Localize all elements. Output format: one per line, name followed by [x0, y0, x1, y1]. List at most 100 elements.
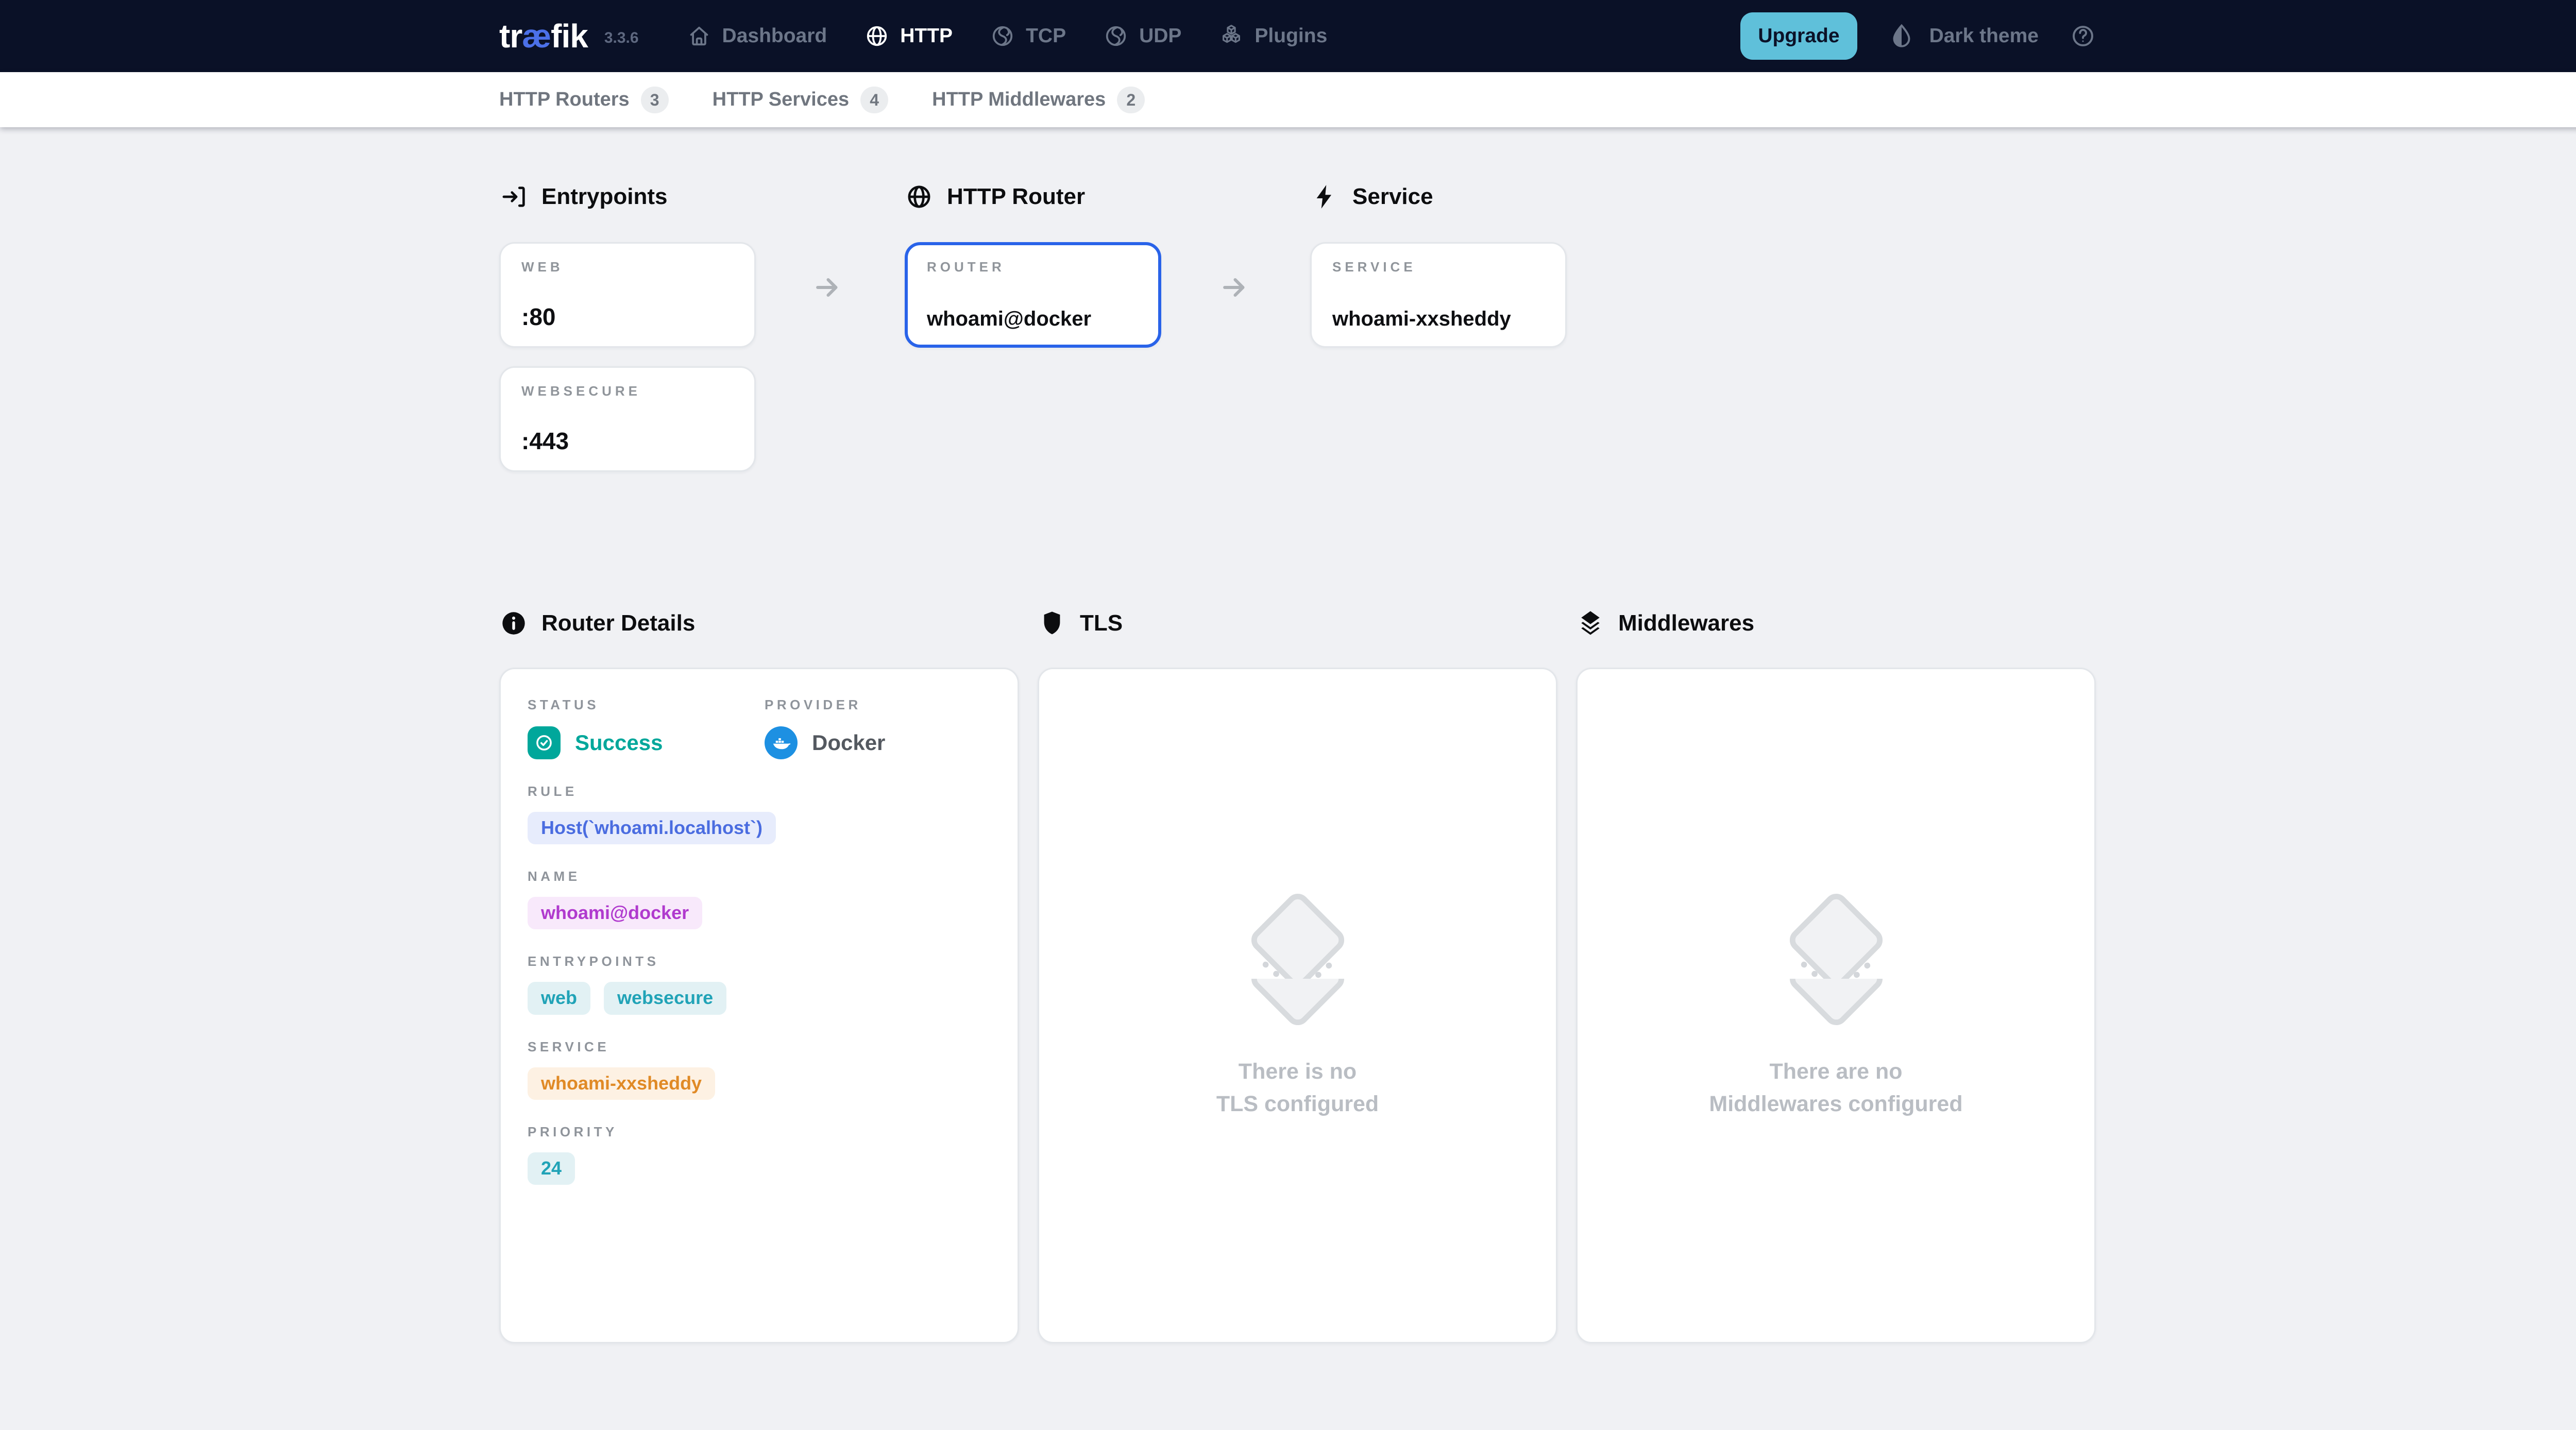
nav-label-tcp: TCP [1026, 25, 1066, 47]
nav-item-tcp[interactable]: TCP [990, 23, 1066, 49]
status-success-icon [528, 726, 561, 759]
logo-pre: tr [499, 18, 522, 55]
middlewares-card: There are no Middlewares configured [1576, 668, 2096, 1343]
http-router-title: HTTP Router [947, 184, 1085, 210]
entrypoints-group: ENTRYPOINTS web websecure [528, 954, 991, 1014]
tab-label: HTTP Routers [499, 89, 630, 111]
entrypoints-column: WEB :80 WEBSECURE :443 [499, 242, 756, 472]
details-section: Router Details TLS Middlewares STATUS [499, 605, 2096, 1343]
login-arrow-icon [499, 182, 528, 211]
main-content: Entrypoints HTTP Router Service WEB :80 [499, 127, 2096, 1343]
arrow-right-icon [1219, 273, 1249, 302]
provider-group: PROVIDER Docker [765, 697, 991, 759]
service-label: SERVICE [528, 1039, 991, 1055]
help-icon [2070, 23, 2096, 49]
tls-card: There is no TLS configured [1038, 668, 1557, 1343]
stream-circle-icon [1103, 23, 1129, 49]
tab-label: HTTP Services [713, 89, 849, 111]
priority-group: PRIORITY 24 [528, 1124, 991, 1185]
theme-toggle[interactable]: Dark theme [1888, 23, 2039, 49]
logo-ae: æ [522, 18, 551, 55]
middlewares-empty-line1: There are no [1709, 1056, 1962, 1088]
upgrade-button[interactable]: Upgrade [1740, 12, 1857, 60]
traefik-logo[interactable]: træfik 3.3.6 [499, 17, 639, 55]
stacked-layers-illustration [1769, 891, 1903, 1033]
tab-count-badge: 2 [1117, 87, 1145, 113]
service-group: SERVICE whoami-xxsheddy [528, 1039, 991, 1100]
entrypoint-card-websecure: WEBSECURE :443 [499, 366, 756, 472]
nav-item-dashboard[interactable]: Dashboard [686, 23, 827, 49]
arrow-right-icon [812, 273, 842, 302]
entrypoints-label: ENTRYPOINTS [528, 954, 991, 969]
router-details-title: Router Details [541, 610, 695, 636]
version-label: 3.3.6 [604, 25, 639, 47]
info-icon [499, 609, 528, 638]
bolt-icon [1310, 182, 1339, 211]
contrast-droplet-icon [1888, 23, 1915, 49]
service-heading: Service [1310, 182, 1567, 211]
nav-label-plugins: Plugins [1255, 25, 1327, 47]
theme-toggle-label: Dark theme [1929, 25, 2039, 47]
router-flow-section: Entrypoints HTTP Router Service WEB :80 [499, 179, 2096, 472]
docker-icon [765, 726, 798, 759]
traefik-dashboard-page: træfik 3.3.6 Dashboard HTTP TCP [0, 0, 2576, 1343]
check-circle-icon [532, 731, 556, 755]
traefik-logo-text: træfik [499, 17, 588, 55]
nav-item-http[interactable]: HTTP [864, 23, 953, 49]
entrypoints-heading: Entrypoints [499, 182, 756, 211]
layers-icon [1576, 609, 1605, 638]
nav-item-plugins[interactable]: Plugins [1218, 23, 1327, 49]
priority-chip: 24 [528, 1152, 575, 1185]
tls-empty-line1: There is no [1216, 1056, 1379, 1088]
docker-whale-icon [770, 731, 792, 754]
tls-empty-message: There is no TLS configured [1216, 1056, 1379, 1120]
tab-count-badge: 4 [860, 87, 888, 113]
tab-bar: HTTP Routers 3 HTTP Services 4 HTTP Midd… [0, 72, 2576, 127]
name-group: NAME whoami@docker [528, 869, 991, 929]
service-card[interactable]: SERVICE whoami-xxsheddy [1310, 242, 1567, 348]
router-card-value: whoami@docker [927, 308, 1139, 331]
tab-http-services[interactable]: HTTP Services 4 [713, 87, 888, 113]
nav-item-udp[interactable]: UDP [1103, 23, 1181, 49]
status-value: Success [575, 730, 663, 755]
globe-icon [864, 23, 890, 49]
nav-label-udp: UDP [1139, 25, 1181, 47]
rule-chip: Host(`whoami.localhost`) [528, 812, 776, 844]
navbar-right-actions: Upgrade Dark theme [1740, 12, 2096, 60]
service-title: Service [1352, 184, 1433, 210]
provider-value: Docker [812, 730, 885, 755]
nav-label-http: HTTP [900, 25, 953, 47]
entrypoint-card-label: WEBSECURE [521, 383, 734, 399]
status-label: STATUS [528, 697, 765, 713]
router-card-label: ROUTER [927, 259, 1139, 275]
entrypoint-card-value: :80 [521, 303, 734, 331]
rule-group: RULE Host(`whoami.localhost`) [528, 784, 991, 844]
tab-http-middlewares[interactable]: HTTP Middlewares 2 [932, 87, 1145, 113]
name-chip: whoami@docker [528, 897, 702, 929]
stream-circle-icon [990, 23, 1015, 49]
tab-count-badge: 3 [641, 87, 669, 113]
router-card[interactable]: ROUTER whoami@docker [905, 242, 1161, 348]
nav-label-dashboard: Dashboard [722, 25, 827, 47]
http-router-heading: HTTP Router [905, 182, 1161, 211]
globe-icon [905, 182, 934, 211]
tab-http-routers[interactable]: HTTP Routers 3 [499, 87, 669, 113]
home-icon [686, 23, 712, 49]
stacked-layers-illustration [1231, 891, 1365, 1033]
entrypoints-title: Entrypoints [541, 184, 667, 210]
provider-label: PROVIDER [765, 697, 991, 713]
entrypoint-card-value: :443 [521, 427, 734, 455]
middlewares-empty-message: There are no Middlewares configured [1709, 1056, 1962, 1120]
middlewares-empty-line2: Middlewares configured [1709, 1088, 1962, 1120]
tls-title: TLS [1080, 610, 1123, 636]
tls-empty-line2: TLS configured [1216, 1088, 1379, 1120]
help-button[interactable] [2070, 23, 2096, 49]
tls-heading: TLS [1038, 609, 1557, 638]
router-details-card: STATUS Success PROVIDER [499, 668, 1019, 1343]
rule-label: RULE [528, 784, 991, 799]
logo-post: fik [551, 18, 588, 55]
status-group: STATUS Success [528, 697, 765, 759]
shield-icon [1038, 609, 1066, 638]
tab-label: HTTP Middlewares [932, 89, 1106, 111]
entrypoint-chip: websecure [604, 982, 726, 1014]
